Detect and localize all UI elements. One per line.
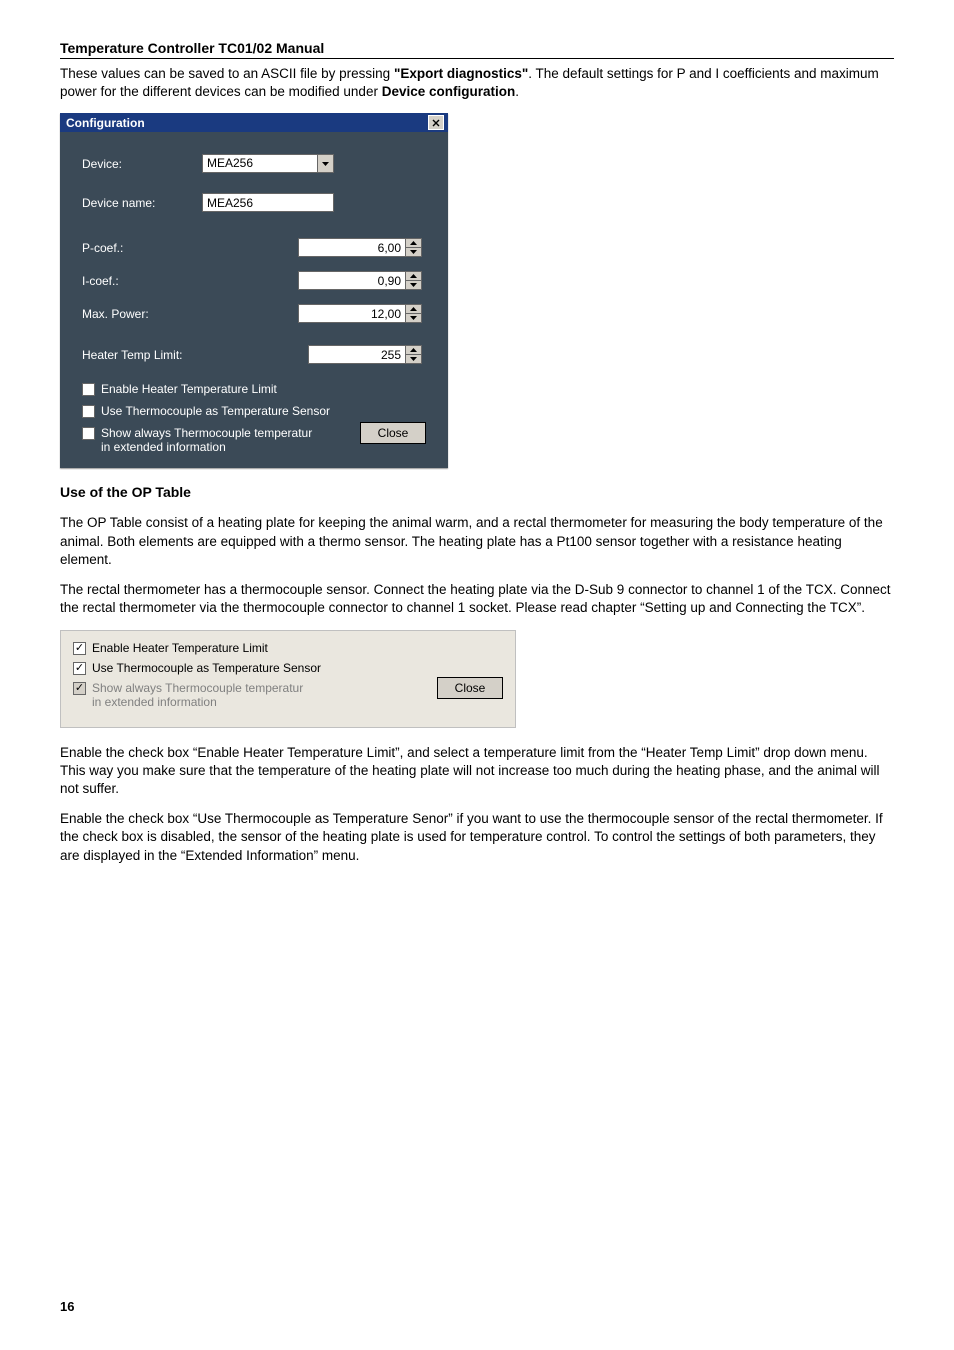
enable-heater-checkbox[interactable]	[73, 642, 86, 655]
show-always-label: Show always Thermocouple temperaturin ex…	[92, 681, 303, 709]
device-combobox[interactable]: MEA256	[202, 154, 334, 173]
intro-text-3: .	[515, 84, 519, 99]
pcoef-spinner[interactable]	[298, 238, 426, 257]
after-paragraph-1: Enable the check box “Enable Heater Temp…	[60, 744, 894, 799]
configuration-dialog: Configuration Device: MEA256 Device name…	[60, 113, 448, 468]
icoef-label: I-coef.:	[82, 274, 202, 288]
device-name-input[interactable]	[202, 193, 334, 212]
titlebar: Configuration	[60, 113, 448, 132]
titlebar-text: Configuration	[66, 116, 145, 130]
icoef-spinner[interactable]	[298, 271, 426, 290]
dropdown-icon[interactable]	[318, 154, 334, 173]
intro-bold-2: Device configuration	[382, 84, 516, 99]
use-thermocouple-label: Use Thermocouple as Temperature Sensor	[101, 404, 330, 418]
spinner-up-icon[interactable]	[406, 271, 422, 280]
section-heading: Use of the OP Table	[60, 484, 894, 500]
heater-value[interactable]	[308, 345, 406, 364]
spinner-down-icon[interactable]	[406, 313, 422, 323]
pcoef-value[interactable]	[298, 238, 406, 257]
enable-heater-label: Enable Heater Temperature Limit	[101, 382, 277, 396]
page-number: 16	[60, 1299, 74, 1314]
maxpower-label: Max. Power:	[82, 307, 202, 321]
pcoef-label: P-coef.:	[82, 241, 202, 255]
close-button[interactable]: Close	[360, 422, 426, 444]
heater-spinner[interactable]	[308, 345, 426, 364]
spinner-up-icon[interactable]	[406, 304, 422, 313]
enable-heater-checkbox[interactable]	[82, 383, 95, 396]
close-button[interactable]: Close	[437, 677, 503, 699]
device-name-label: Device name:	[82, 196, 202, 210]
after-paragraph-2: Enable the check box “Use Thermocouple a…	[60, 810, 894, 865]
use-thermocouple-label: Use Thermocouple as Temperature Sensor	[92, 661, 321, 675]
maxpower-spinner[interactable]	[298, 304, 426, 323]
device-value: MEA256	[202, 154, 318, 173]
device-label: Device:	[82, 157, 202, 171]
enable-heater-label: Enable Heater Temperature Limit	[92, 641, 268, 655]
op-table-paragraph-2: The rectal thermometer has a thermocoupl…	[60, 581, 894, 617]
show-always-checkbox[interactable]	[82, 427, 95, 440]
spinner-up-icon[interactable]	[406, 238, 422, 247]
spinner-down-icon[interactable]	[406, 354, 422, 364]
spinner-up-icon[interactable]	[406, 345, 422, 354]
maxpower-value[interactable]	[298, 304, 406, 323]
icoef-value[interactable]	[298, 271, 406, 290]
spinner-down-icon[interactable]	[406, 247, 422, 257]
intro-paragraph: These values can be saved to an ASCII fi…	[60, 65, 894, 101]
spinner-down-icon[interactable]	[406, 280, 422, 290]
show-always-checkbox	[73, 682, 86, 695]
show-always-label: Show always Thermocouple temperaturin ex…	[101, 426, 312, 454]
intro-text-1: These values can be saved to an ASCII fi…	[60, 66, 394, 81]
intro-bold-1: "Export diagnostics"	[394, 66, 528, 81]
close-icon[interactable]	[428, 115, 444, 130]
doc-title: Temperature Controller TC01/02 Manual	[60, 40, 894, 56]
small-dialog: Enable Heater Temperature Limit Use Ther…	[60, 630, 516, 728]
heater-label: Heater Temp Limit:	[82, 348, 212, 362]
use-thermocouple-checkbox[interactable]	[73, 662, 86, 675]
op-table-paragraph-1: The OP Table consist of a heating plate …	[60, 514, 894, 569]
use-thermocouple-checkbox[interactable]	[82, 405, 95, 418]
divider	[60, 58, 894, 59]
